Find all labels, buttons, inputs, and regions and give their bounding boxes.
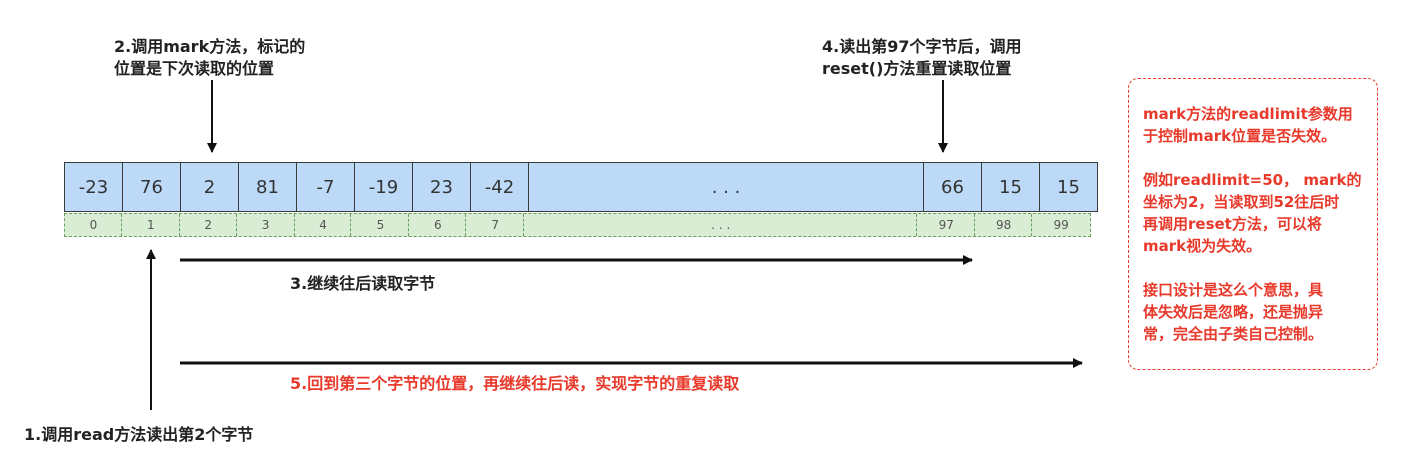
step2-note: 2.调用mark方法，标记的 位置是下次读取的位置 [114, 37, 306, 78]
readlimit-explanation-box: mark方法的readlimit参数用 于控制mark位置是否失效。 例如rea… [1128, 78, 1378, 370]
step1-note: 1.调用read方法读出第2个字节 [24, 425, 254, 444]
step4-note: 4.读出第97个字节后，调用 reset()方法重置读取位置 [822, 37, 1022, 78]
step5-note: 5.回到第三个字节的位置，再继续往后读，实现字节的重复读取 [290, 374, 740, 393]
explanation-paragraph: 接口设计是这么个意思，具 体失效后是忽略，还是抛异 常，完全由子类自己控制。 [1143, 281, 1324, 343]
explanation-paragraph: mark方法的readlimit参数用 于控制mark位置是否失效。 [1143, 105, 1353, 145]
explanation-paragraph: 例如readlimit=50， mark的 坐标为2，当读取到52往后时 再调用… [1143, 171, 1362, 255]
step3-note: 3.继续往后读取字节 [290, 274, 436, 293]
